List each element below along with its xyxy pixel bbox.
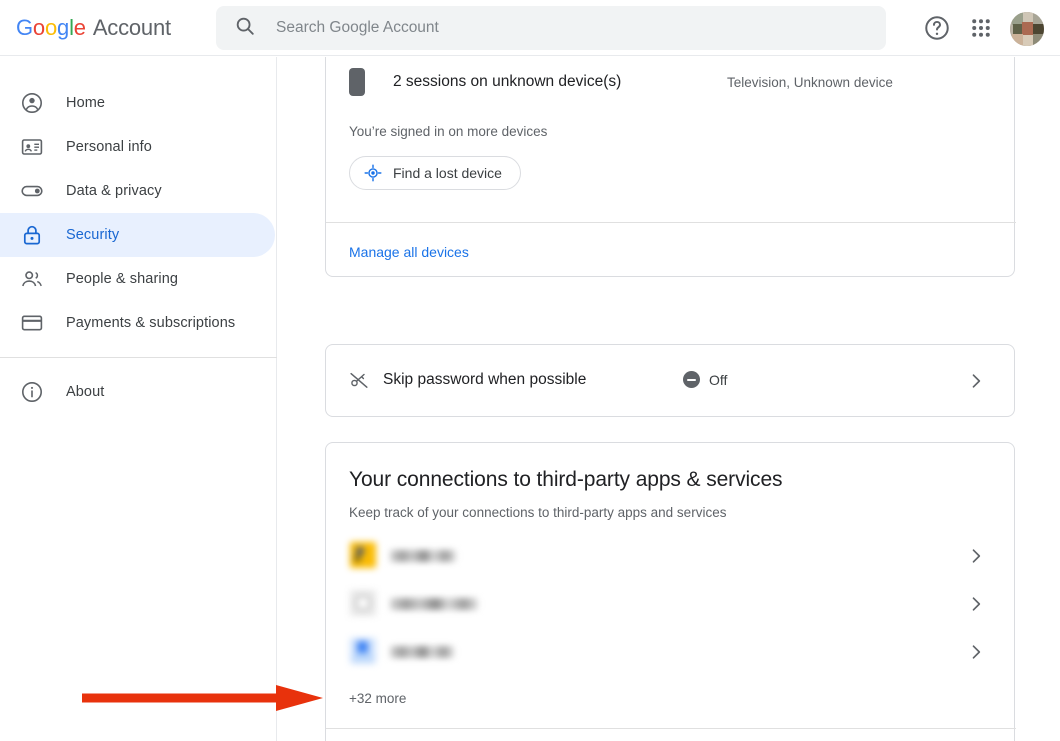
chevron-right-icon[interactable] [966,546,986,566]
sidebar-divider [0,357,277,358]
sidebar-item-label: Personal info [66,139,152,155]
logo-letter-o1: o [32,15,45,40]
chevron-right-icon[interactable] [966,594,986,614]
sidebar-item-label: Payments & subscriptions [66,315,236,331]
sidebar-item-payments-subscriptions[interactable]: Payments & subscriptions [0,301,275,345]
search-input[interactable] [276,16,866,40]
chevron-right-icon[interactable] [966,371,986,391]
product-name: Account [92,15,171,40]
device-phone-icon [349,68,365,96]
logo-letter-e: e [73,15,86,40]
connections-card-divider [326,728,1016,729]
search-bar[interactable] [216,6,886,50]
app-icon-redacted [349,638,379,666]
logo-letter-o2: o [44,15,58,40]
sidebar-item-people-sharing[interactable]: People & sharing [0,257,275,301]
sidebar-item-label: About [66,384,105,400]
manage-all-devices-link[interactable]: Manage all devices [349,244,469,260]
connection-list-item[interactable] [326,580,1016,628]
connection-list-item[interactable] [326,532,1016,580]
user-avatar[interactable] [1010,12,1044,46]
apps-grid-icon[interactable] [967,14,995,42]
key-off-icon [349,371,369,389]
my-location-icon [364,164,382,182]
people-icon [20,267,44,291]
sidebar-item-label: Home [66,95,106,111]
skip-password-card[interactable]: Skip password when possible Off [325,344,1015,417]
lock-icon [20,223,44,247]
session-row[interactable]: 2 sessions on unknown device(s) [349,68,621,96]
app-icon-redacted [349,590,379,618]
info-circle-icon [20,380,44,404]
session-subtitle: Television, Unknown device [727,75,893,90]
id-card-icon [20,135,44,159]
skip-password-status: Off [683,371,727,388]
sidebar-item-label: People & sharing [66,271,179,287]
chevron-right-icon[interactable] [966,642,986,662]
session-title: 2 sessions on unknown device(s) [393,73,622,90]
sidebar-item-about[interactable]: About [0,370,275,414]
credit-card-icon [20,311,44,335]
more-connections-count: +32 more [349,691,407,706]
app-icon-redacted [349,542,379,570]
sidebar-item-home[interactable]: Home [0,81,275,125]
app-header: Google Account [0,0,1060,56]
google-account-logo[interactable]: Google Account [16,14,171,42]
help-circle-icon[interactable] [923,14,951,42]
main-content: 2 sessions on unknown device(s) Televisi… [278,57,1060,741]
third-party-connections-card: Your connections to third-party apps & s… [325,442,1016,741]
minus-circle-icon [683,371,700,388]
toggle-switch-icon [20,179,44,203]
app-name-redacted [390,550,456,562]
logo-letter-g: g [57,15,70,40]
sidebar-item-data-privacy[interactable]: Data & privacy [0,169,275,213]
signed-in-note: You’re signed in on more devices [349,124,548,139]
find-lost-device-button[interactable]: Find a lost device [349,156,521,190]
search-icon [234,15,256,42]
sidebar-nav: Home Personal info Data & privacy Securi… [0,57,277,741]
connections-title: Your connections to third-party apps & s… [349,468,783,491]
status-badge: Off [709,371,728,388]
app-name-redacted [390,598,478,610]
sidebar-item-label: Security [66,227,120,243]
devices-card-divider [326,222,1016,223]
connections-subtitle: Keep track of your connections to third-… [349,505,727,520]
logo-letter-G: G [16,15,33,40]
sidebar-item-personal-info[interactable]: Personal info [0,125,275,169]
sidebar-item-security[interactable]: Security [0,213,275,257]
find-lost-device-label: Find a lost device [393,165,502,181]
app-name-redacted [390,646,454,658]
account-circle-icon [20,91,44,115]
skip-password-label: Skip password when possible [383,371,587,388]
devices-card: 2 sessions on unknown device(s) Televisi… [325,57,1016,277]
connection-list-item[interactable] [326,628,1016,676]
sidebar-item-label: Data & privacy [66,183,162,199]
